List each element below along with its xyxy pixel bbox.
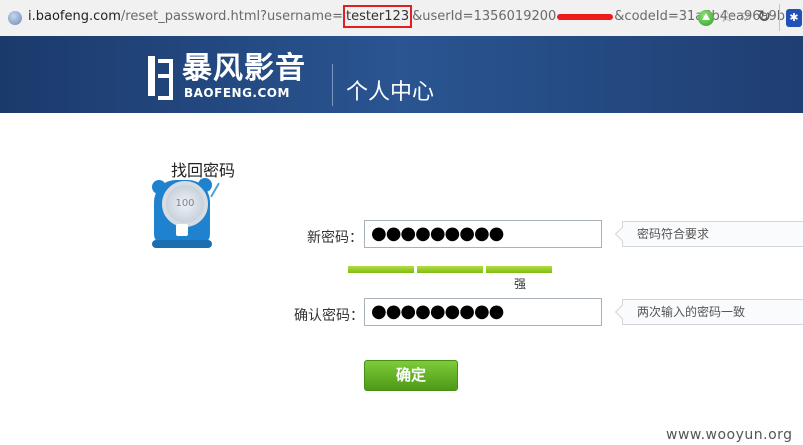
url-userid: &userId=1356019200 (412, 9, 557, 24)
url-eq: = (332, 9, 343, 24)
new-password-label: 新密码： (307, 230, 363, 246)
url-path: /reset_password.html?username (120, 9, 333, 24)
toolbar-divider (779, 4, 780, 31)
confirm-button[interactable]: 确定 (364, 360, 458, 391)
redaction-mark (557, 13, 614, 20)
new-password-tip: 密码符合要求 (622, 221, 803, 247)
strength-label: 强 (514, 277, 527, 291)
reload-icon[interactable]: ↻ (757, 7, 771, 27)
logo-chinese-text: 暴风影音 (182, 51, 306, 86)
page-title: 个人中心 (346, 80, 435, 105)
dropdown-icon[interactable]: ▽ (741, 10, 749, 23)
logo-english-text: BAOFENG.COM (184, 86, 290, 100)
globe-icon (8, 11, 22, 25)
header-banner: 暴风影音 BAOFENG.COM 个人中心 (0, 36, 803, 113)
strength-segment (486, 266, 552, 273)
logo-mark-icon (148, 56, 174, 100)
go-icon[interactable] (698, 10, 714, 26)
password-strength-meter (348, 266, 552, 273)
new-password-input[interactable]: ●●●●●●●●● (364, 220, 602, 248)
address-bar: i.baofeng.com/reset_password.html?userna… (0, 0, 803, 37)
url-host: i.baofeng.com (28, 9, 121, 24)
baidu-icon[interactable]: ✱ (786, 9, 802, 27)
star-icon[interactable]: ☆ (719, 7, 734, 27)
mascot-magnifier-icon: 100 (148, 178, 228, 250)
url-username-highlight: tester123 (342, 5, 413, 28)
watermark: www.wooyun.org (666, 427, 793, 443)
confirm-password-tip: 两次输入的密码一致 (622, 299, 803, 325)
header-divider (332, 64, 333, 106)
strength-segment (348, 266, 414, 273)
confirm-password-label: 确认密码： (294, 308, 364, 324)
strength-segment (417, 266, 483, 273)
url-field[interactable]: i.baofeng.com/reset_password.html?userna… (28, 5, 785, 28)
mascot-lens-text: 100 (175, 198, 195, 209)
confirm-password-input[interactable]: ●●●●●●●●● (364, 298, 602, 326)
